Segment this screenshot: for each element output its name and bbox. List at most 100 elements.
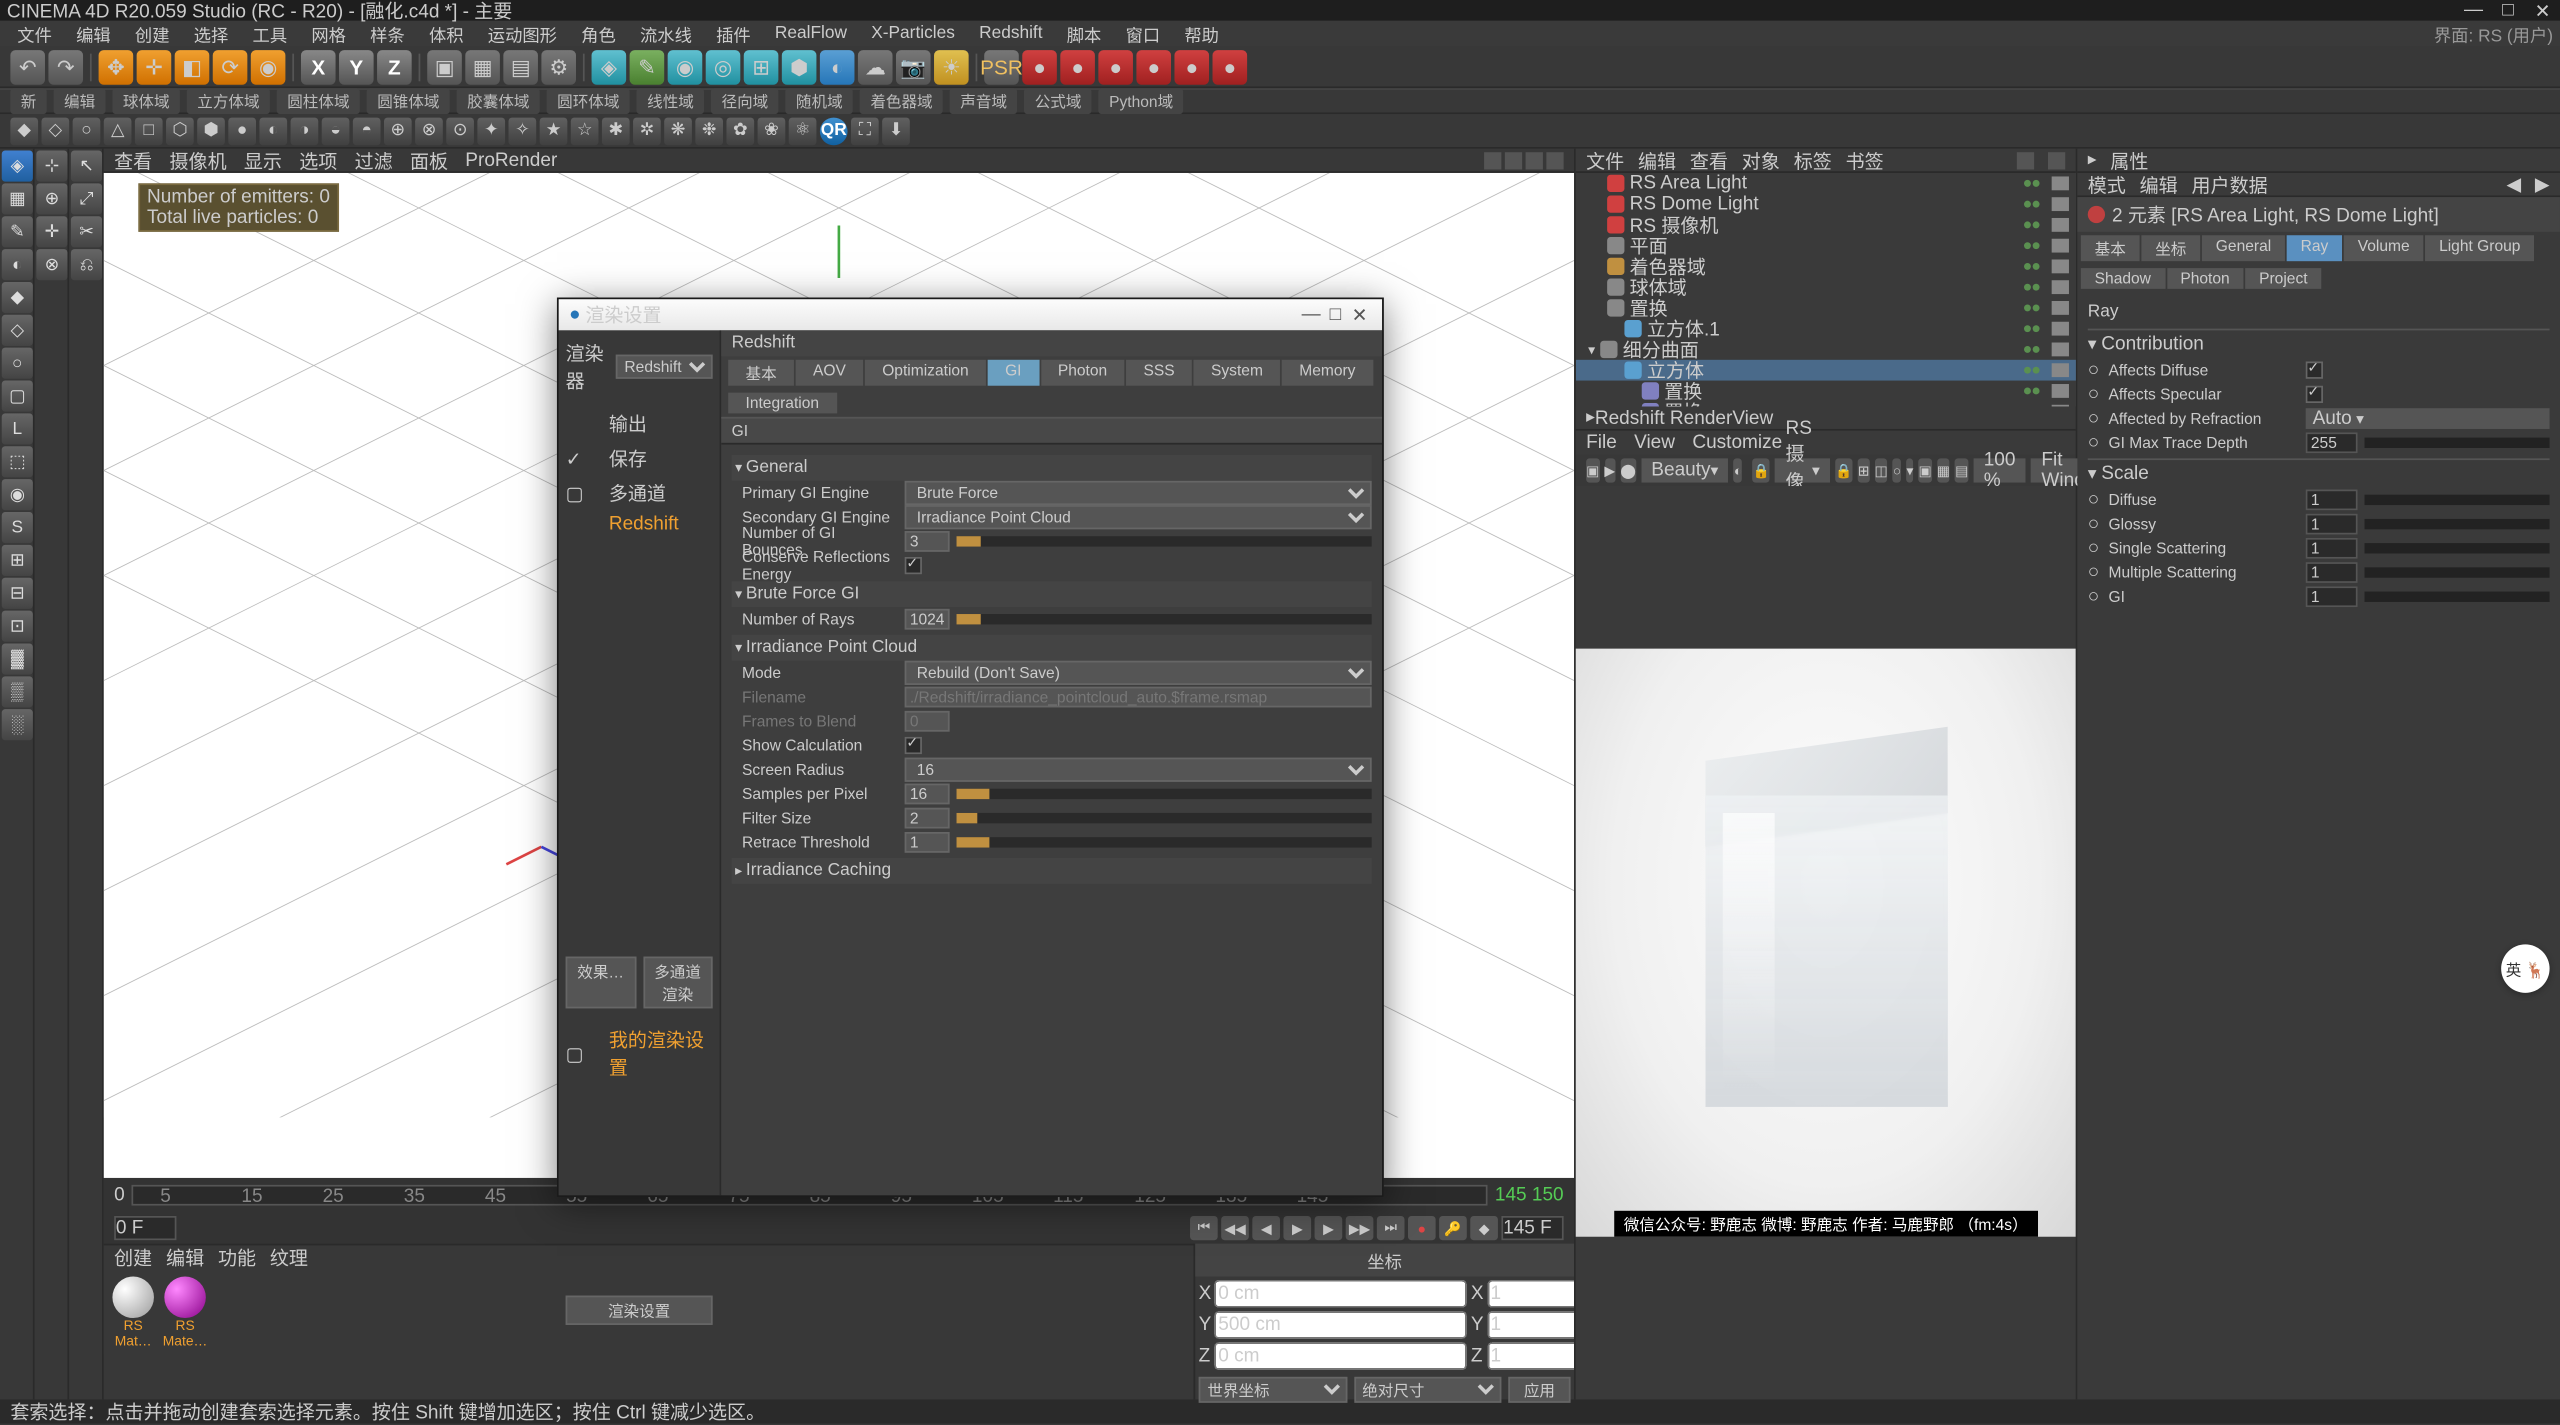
attr-tab-project[interactable]: Project: [2245, 268, 2321, 289]
menu-spline[interactable]: 样条: [360, 21, 415, 47]
my-settings[interactable]: 我的渲染设置: [588, 1024, 713, 1083]
rec-key-icon[interactable]: ●: [1213, 49, 1248, 84]
menu-tools[interactable]: 工具: [242, 21, 297, 47]
vp-menu-camera[interactable]: 摄像机: [170, 146, 227, 174]
om-menu-tags[interactable]: 标签: [1794, 146, 1832, 174]
dialog-maximize-button[interactable]: □: [1323, 304, 1347, 325]
sidebar-save[interactable]: 保存: [588, 443, 647, 474]
texture-mode-icon[interactable]: ▦: [2, 183, 33, 214]
layout-selector[interactable]: 界面: RS (用户): [2434, 21, 2553, 47]
tb3-icon[interactable]: ✿: [726, 117, 754, 145]
glossy-scale-field[interactable]: [2306, 514, 2358, 535]
object-tree[interactable]: RS Area LightRS Dome LightRS 摄像机平面着色器域球体…: [1576, 173, 2076, 407]
gi-max-depth-field[interactable]: [2306, 432, 2358, 453]
ms-scale-field[interactable]: [2306, 562, 2358, 583]
rv-icon[interactable]: ◫: [1875, 458, 1888, 482]
field-torus[interactable]: 圆环体域: [547, 88, 630, 114]
secondary-gi-select[interactable]: Irradiance Point Cloud: [905, 505, 1372, 529]
tb3-icon[interactable]: ⛶: [851, 117, 879, 145]
om-menu-edit[interactable]: 编辑: [1638, 146, 1676, 174]
tool-icon[interactable]: ◉: [2, 479, 33, 510]
attr-tab-shadow[interactable]: Shadow: [2081, 268, 2165, 289]
field-sphere[interactable]: 球体域: [112, 88, 179, 114]
prev-frame-icon[interactable]: ◀: [1252, 1216, 1280, 1240]
gi-bounces-slider[interactable]: [957, 536, 1372, 546]
retrace-threshold-field[interactable]: [905, 832, 950, 853]
rec-s-icon[interactable]: ●: [1060, 49, 1095, 84]
play-icon[interactable]: ▶: [1283, 1216, 1311, 1240]
om-menu-file[interactable]: 文件: [1586, 146, 1624, 174]
rv-menu-customize[interactable]: Customize: [1692, 432, 1782, 453]
camera-icon[interactable]: 📷: [896, 49, 931, 84]
filter-icon[interactable]: [2048, 151, 2065, 168]
tool-icon[interactable]: ○: [2, 348, 33, 379]
move-tool-icon[interactable]: ✛: [137, 49, 172, 84]
light-icon[interactable]: ☀: [934, 49, 969, 84]
diffuse-scale-slider[interactable]: [2364, 495, 2549, 505]
rec-r-icon[interactable]: ●: [1098, 49, 1133, 84]
field-sound[interactable]: 声音域: [950, 88, 1017, 114]
show-calc-checkbox[interactable]: [905, 737, 922, 754]
pen-tool-icon[interactable]: ✎: [630, 49, 665, 84]
search-icon[interactable]: [2017, 151, 2034, 168]
tb3-icon[interactable]: ⊕: [384, 117, 412, 145]
attr-nav-fwd-icon[interactable]: ▶: [2535, 173, 2550, 195]
tool-icon[interactable]: ◐: [2, 249, 33, 280]
rv-camera-select[interactable]: RS 摄像机 ▾: [1775, 458, 1830, 482]
rotate-tool-icon[interactable]: ⟳: [213, 49, 248, 84]
tool-icon[interactable]: ▢: [2, 381, 33, 412]
y-axis-icon[interactable]: Y: [339, 49, 374, 84]
attr-tab-ray[interactable]: Ray: [2287, 235, 2342, 261]
samples-pixel-slider[interactable]: [957, 789, 1372, 799]
attr-menu-edit[interactable]: 编辑: [2140, 170, 2178, 198]
rv-icon[interactable]: ▾: [1906, 458, 1913, 482]
tab-optimization[interactable]: Optimization: [865, 360, 986, 386]
attr-tab-light group[interactable]: Light Group: [2425, 235, 2534, 261]
field-cylinder[interactable]: 圆柱体域: [277, 88, 360, 114]
undo-icon[interactable]: ↶: [10, 49, 45, 84]
tb3-icon[interactable]: ❀: [758, 117, 786, 145]
ss-scale-slider[interactable]: [2364, 543, 2549, 553]
scale-tool-icon[interactable]: ◧: [175, 49, 210, 84]
vp-menu-view[interactable]: 查看: [114, 146, 152, 174]
glossy-scale-slider[interactable]: [2364, 519, 2549, 529]
rv-icon[interactable]: ○: [1893, 458, 1901, 482]
om-menu-bookmarks[interactable]: 书签: [1846, 146, 1884, 174]
menu-mograph[interactable]: 运动图形: [477, 21, 567, 47]
num-rays-slider[interactable]: [957, 614, 1372, 624]
field-formula[interactable]: 公式域: [1024, 88, 1091, 114]
attr-contribution-header[interactable]: ▾ Contribution: [2088, 330, 2550, 358]
vp-menu-display[interactable]: 显示: [244, 146, 282, 174]
tool-icon[interactable]: ◇: [2, 315, 33, 346]
rv-menu-view[interactable]: View: [1634, 432, 1675, 453]
subdiv-icon[interactable]: ◉: [668, 49, 703, 84]
menu-volume[interactable]: 体积: [419, 21, 474, 47]
tool-icon[interactable]: ✂: [71, 216, 102, 247]
snap-icon[interactable]: ⊗: [36, 249, 67, 280]
field-new[interactable]: 新: [10, 88, 46, 114]
tb3-icon[interactable]: ✲: [633, 117, 661, 145]
sidebar-redshift[interactable]: Redshift: [588, 512, 679, 536]
rv-lock-icon[interactable]: 🔒: [1753, 458, 1770, 482]
section-general[interactable]: General: [732, 455, 1372, 481]
tab-photon[interactable]: Photon: [1041, 360, 1125, 386]
tool-icon[interactable]: ⬚: [2, 446, 33, 477]
tb3-icon[interactable]: ◐: [259, 117, 287, 145]
tool-icon[interactable]: ⤢: [71, 183, 102, 214]
tb3-icon[interactable]: ⊗: [415, 117, 443, 145]
key-icon[interactable]: ◆: [1470, 1216, 1498, 1240]
vp-menu-panel[interactable]: 面板: [410, 146, 448, 174]
tool-icon[interactable]: ◆: [2, 282, 33, 313]
affects-diffuse-checkbox[interactable]: [2306, 362, 2323, 379]
tb3-icon[interactable]: ◑: [291, 117, 319, 145]
mat-menu-func[interactable]: 功能: [218, 1244, 256, 1272]
rv-aov-select[interactable]: Beauty ▾: [1641, 458, 1729, 482]
rv-icon[interactable]: ◐: [1734, 458, 1742, 482]
apply-button[interactable]: 应用: [1508, 1377, 1570, 1403]
primary-gi-select[interactable]: Brute Force: [905, 481, 1372, 505]
attr-menu-mode[interactable]: 模式: [2088, 170, 2126, 198]
rv-stop-icon[interactable]: ⬤: [1620, 458, 1635, 482]
renderview-canvas[interactable]: 微信公众号: 野鹿志 微博: 野鹿志 作者: 马鹿野郎 （fm:4s）: [1576, 486, 2076, 1399]
tb3-icon[interactable]: ◇: [42, 117, 70, 145]
multipass-button[interactable]: 多通道渲染: [643, 957, 713, 1009]
